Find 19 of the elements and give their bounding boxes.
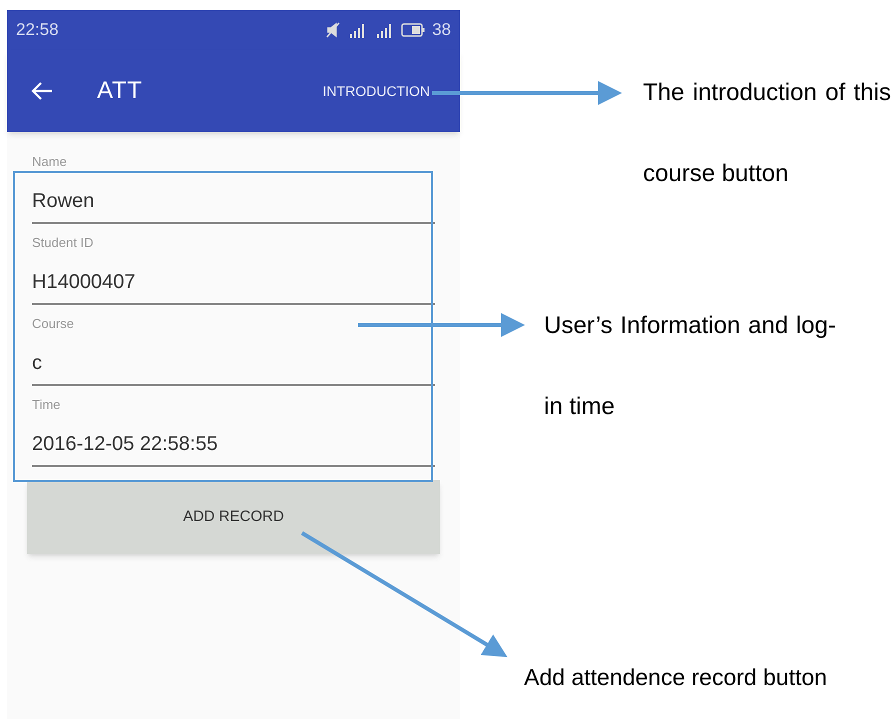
field-label: Course [32, 315, 74, 333]
annotation-text: User’s Information and log-in time [544, 311, 836, 422]
input-field[interactable]: c [32, 348, 435, 386]
back-icon[interactable] [31, 81, 53, 101]
input-field[interactable]: 2016-12-05 22:58:55 [32, 428, 435, 466]
field-label: Name [32, 153, 67, 171]
mute-icon [326, 22, 340, 38]
annotation-text: Add attendence record button [524, 663, 828, 692]
annotation-text: The introduction of this course button [643, 78, 891, 189]
app-title: ATT [97, 76, 142, 106]
status-time: 22:58 [16, 19, 59, 42]
input-field[interactable]: Rowen [32, 186, 435, 224]
battery-level: 38 [432, 19, 451, 42]
battery-icon [401, 23, 426, 37]
field-label: Student ID [32, 234, 94, 252]
add-record-button[interactable]: ADD RECORD [27, 480, 440, 554]
introduction-button[interactable]: INTRODUCTION [322, 80, 430, 102]
field-label: Time [32, 396, 60, 414]
input-field[interactable]: H14000407 [32, 266, 435, 304]
